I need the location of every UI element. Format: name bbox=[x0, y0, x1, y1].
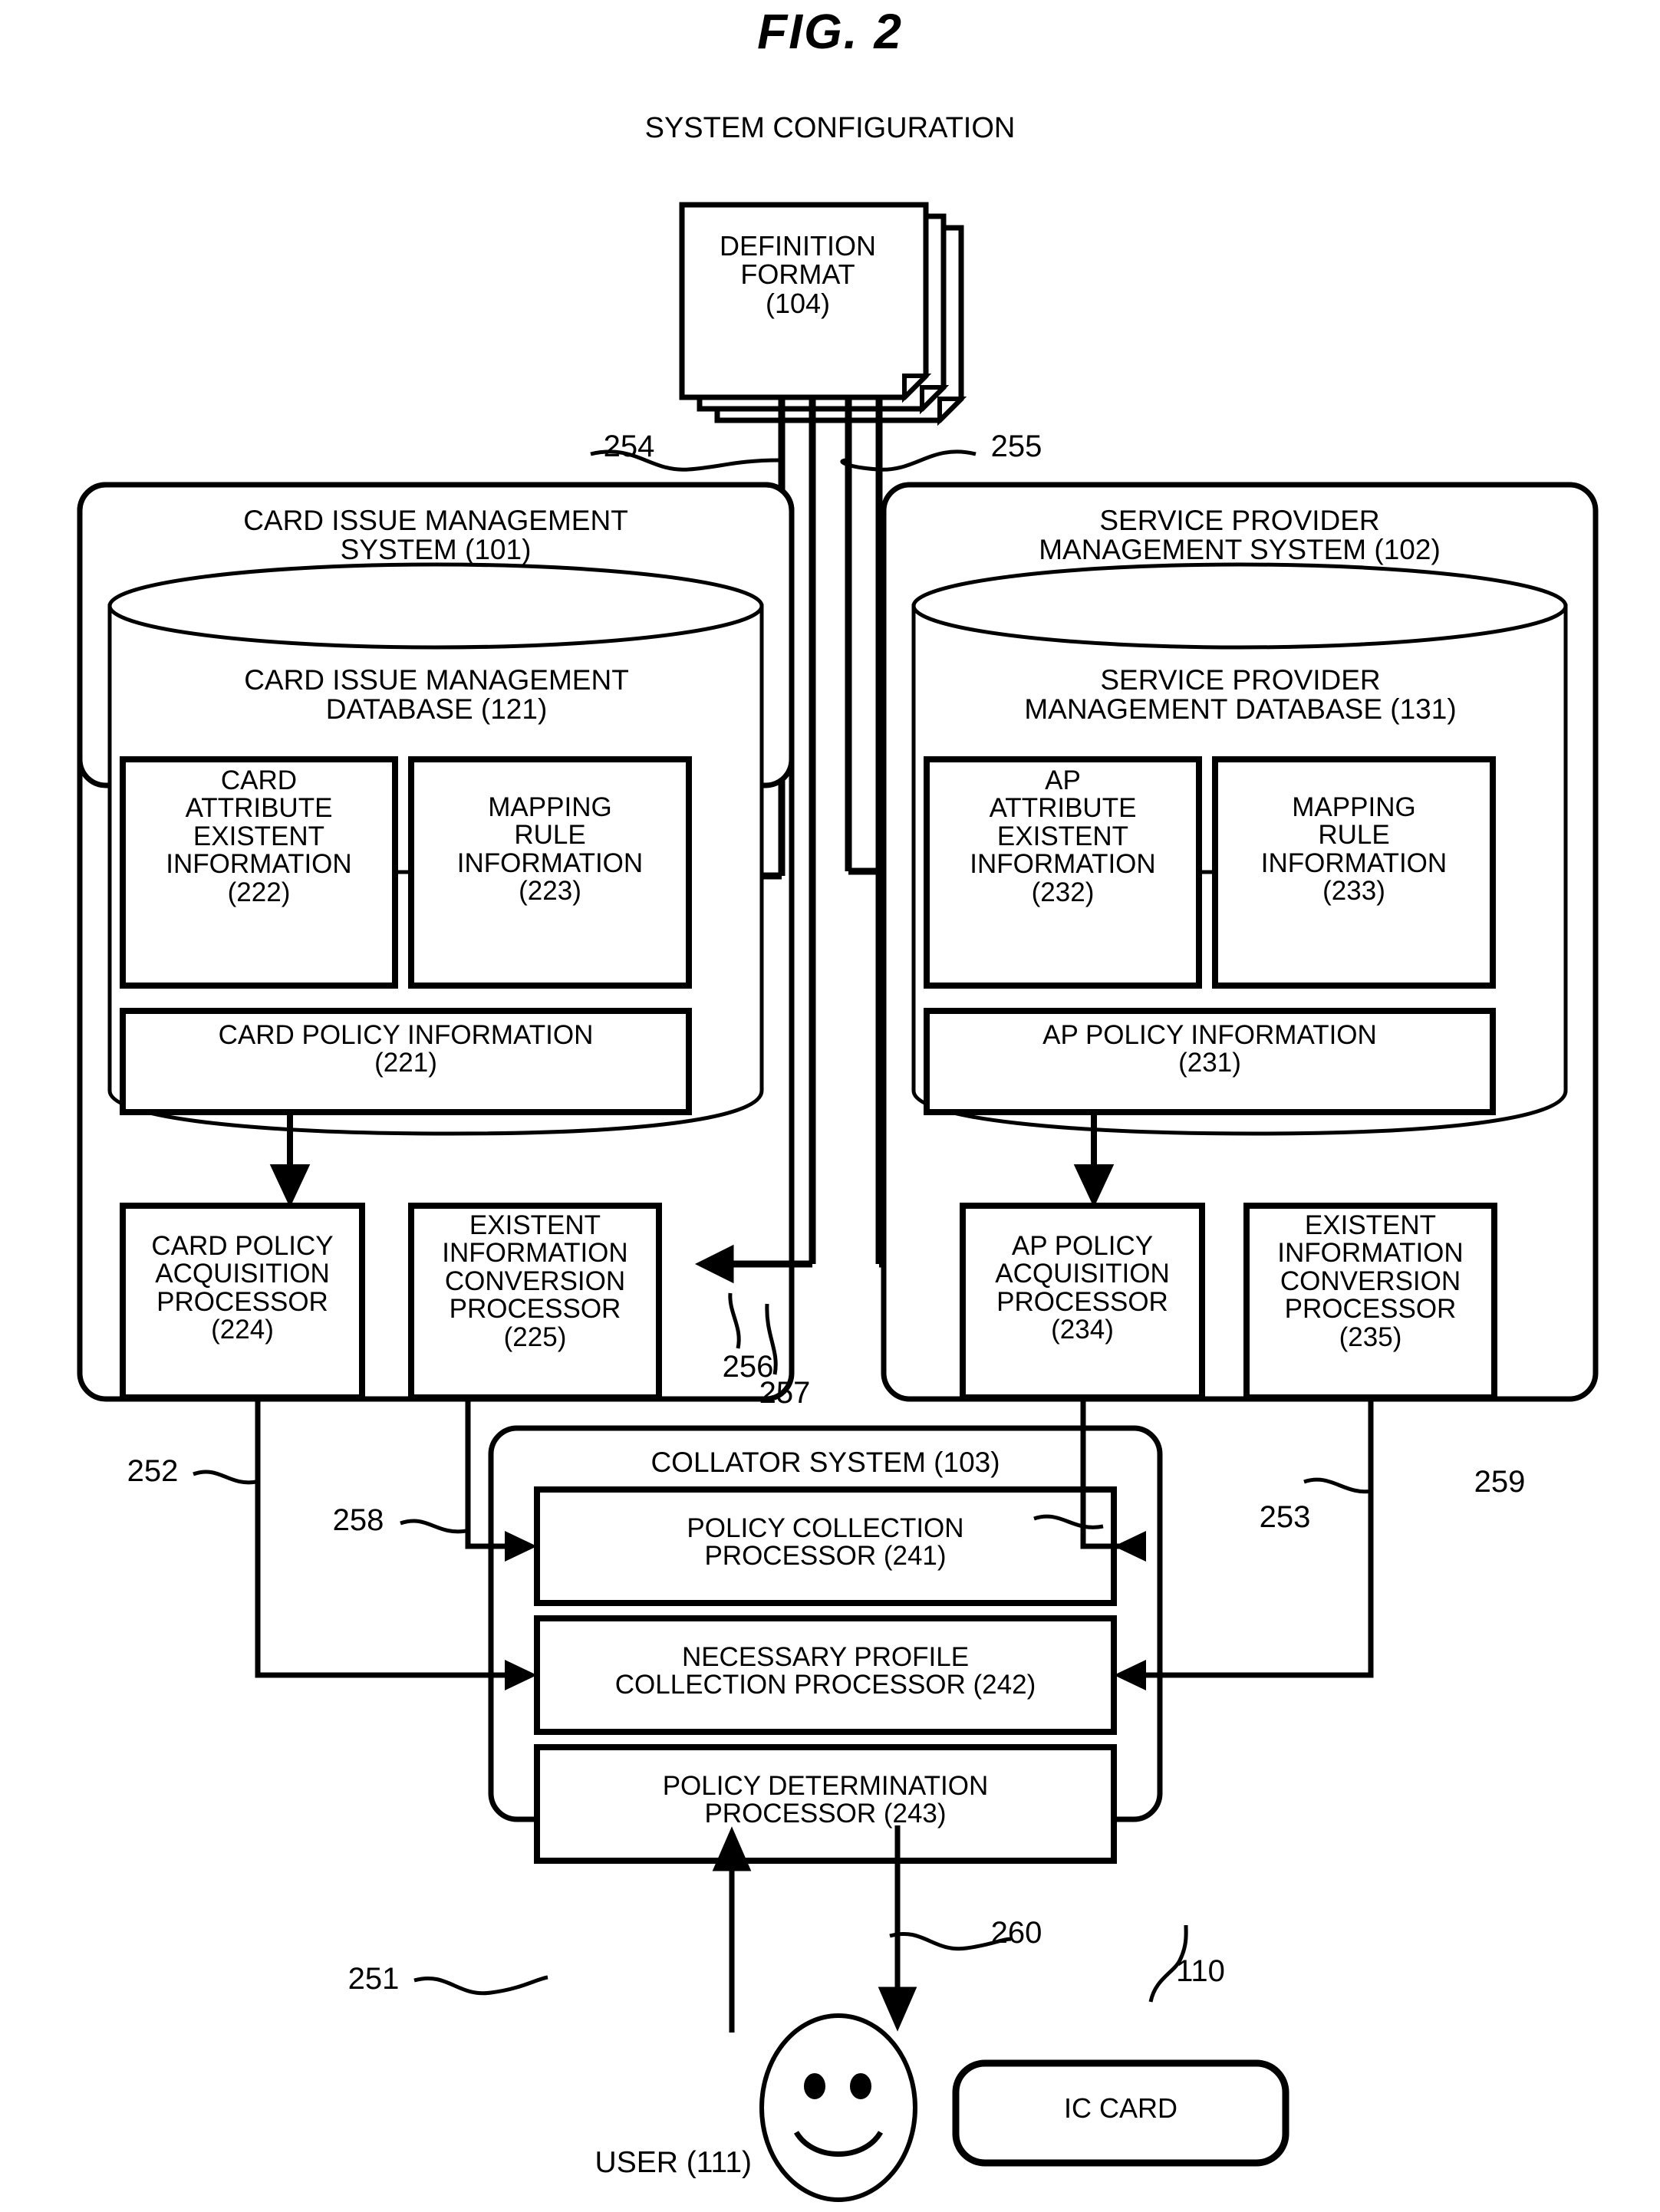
ref-258: 258 bbox=[332, 1503, 384, 1537]
card-policy-acquisition-processor-label: CARD POLICY ACQUISITION PROCESSOR (224) bbox=[151, 1231, 334, 1345]
left-connection-arrowheads bbox=[505, 1531, 537, 1690]
figure-canvas: FIG. 2 SYSTEM CONFIGURATION DEFINITION F… bbox=[0, 0, 1660, 2212]
card-issue-management-database-title: CARD ISSUE MANAGEMENT DATABASE (121) bbox=[244, 664, 629, 726]
diagram-vector-layer bbox=[77, 202, 1599, 2202]
mapping-rule-information-label-right: MAPPING RULE INFORMATION (233) bbox=[1260, 792, 1448, 907]
ref-110: 110 bbox=[1176, 1954, 1225, 1988]
ref-251: 251 bbox=[347, 1962, 400, 1996]
existent-information-conversion-processor-label-right: EXISTENT INFORMATION CONVERSION PROCESSO… bbox=[1277, 1210, 1464, 1352]
collator-system-title: COLLATOR SYSTEM (103) bbox=[650, 1447, 1000, 1478]
necessary-profile-collection-processor-label: NECESSARY PROFILE COLLECTION PROCESSOR (… bbox=[614, 1642, 1036, 1700]
card-policy-arrow bbox=[269, 1112, 311, 1208]
policy-collection-processor-label: POLICY COLLECTION PROCESSOR (241) bbox=[687, 1513, 964, 1572]
card-attribute-existent-information-label: CARD ATTRIBUTE EXISTENT INFORMATION (222… bbox=[166, 765, 352, 907]
existent-information-conversion-processor-label-left: EXISTENT INFORMATION CONVERSION PROCESSO… bbox=[442, 1210, 628, 1352]
service-provider-management-system-title: SERVICE PROVIDER MANAGEMENT SYSTEM (102) bbox=[1039, 505, 1441, 566]
user-label: USER (111) bbox=[595, 2146, 752, 2179]
ref-260: 260 bbox=[990, 1916, 1042, 1950]
card-issue-management-system-title: CARD ISSUE MANAGEMENT SYSTEM (101) bbox=[243, 505, 628, 566]
ap-policy-acquisition-processor-label: AP POLICY ACQUISITION PROCESSOR (234) bbox=[995, 1231, 1170, 1345]
ap-policy-information-label: AP POLICY INFORMATION (231) bbox=[1042, 1020, 1377, 1078]
figure-title: FIG. 2 bbox=[757, 4, 903, 59]
ic-card-label: IC CARD bbox=[1063, 2092, 1177, 2124]
collator-system-box bbox=[488, 1425, 1163, 1822]
ap-attribute-existent-information-label: AP ATTRIBUTE EXISTENT INFORMATION (232) bbox=[970, 765, 1156, 907]
ref-252: 252 bbox=[127, 1454, 179, 1488]
service-provider-management-database-title: SERVICE PROVIDER MANAGEMENT DATABASE (13… bbox=[1024, 664, 1457, 726]
user-smiley-face-icon bbox=[759, 2013, 917, 2202]
policy-determination-processor-label: POLICY DETERMINATION PROCESSOR (243) bbox=[662, 1771, 989, 1829]
card-policy-information-label: CARD POLICY INFORMATION (221) bbox=[218, 1020, 594, 1078]
right-connection-lines bbox=[1080, 1397, 1374, 1678]
bus-arrowheads bbox=[694, 1244, 971, 1284]
user-arrows bbox=[712, 1825, 917, 2033]
ref-259: 259 bbox=[1474, 1465, 1526, 1499]
ref-255: 255 bbox=[990, 430, 1042, 463]
figure-subtitle: SYSTEM CONFIGURATION bbox=[644, 112, 1016, 144]
ref-257: 257 bbox=[759, 1376, 811, 1410]
collator-side-guides bbox=[1080, 1397, 1374, 1675]
ap-policy-arrow bbox=[1073, 1112, 1115, 1208]
mapping-rule-information-label-left: MAPPING RULE INFORMATION (223) bbox=[456, 792, 644, 907]
definition-format-label: DEFINITION FORMAT (104) bbox=[720, 230, 876, 319]
right-connection-arrowheads bbox=[1114, 1531, 1146, 1690]
leader-lines-bottom bbox=[413, 1924, 1188, 2003]
ref-254: 254 bbox=[603, 430, 655, 463]
ref-253: 253 bbox=[1259, 1500, 1311, 1534]
